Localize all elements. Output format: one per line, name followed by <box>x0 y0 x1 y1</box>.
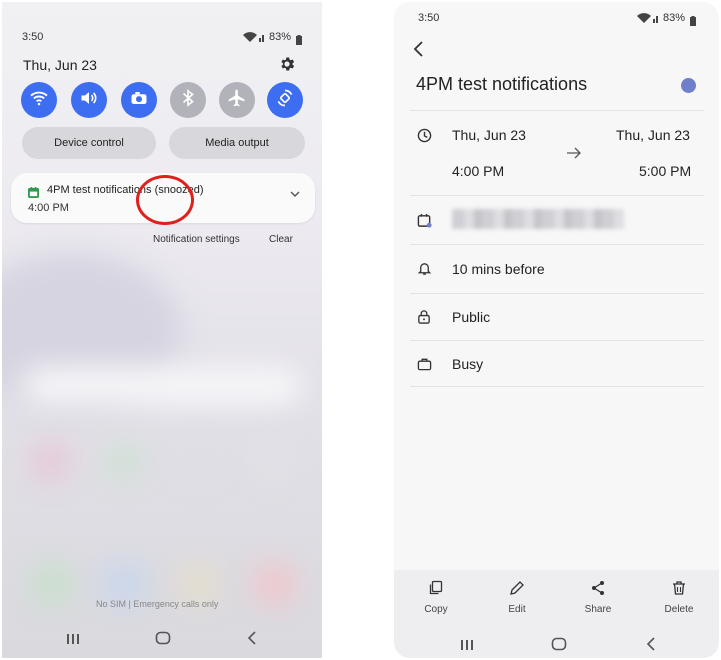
share-icon <box>590 581 606 600</box>
recent-apps-icon[interactable] <box>66 632 80 650</box>
wifi-signal-icon <box>242 30 266 48</box>
divider <box>410 110 704 111</box>
copy-button[interactable]: Copy <box>406 580 466 615</box>
divider <box>410 293 704 294</box>
bell-icon <box>417 261 432 281</box>
arrow-right-icon <box>566 146 582 164</box>
notification-time: 4:00 PM <box>28 202 69 214</box>
camera-icon <box>130 90 148 111</box>
blurred-app-icon <box>30 562 74 606</box>
battery-icon <box>690 13 696 31</box>
back-icon[interactable] <box>646 637 656 656</box>
expand-chevron-icon[interactable] <box>290 185 300 203</box>
end-time[interactable]: 5:00 PM <box>639 163 691 179</box>
clock-icon <box>417 128 432 148</box>
wifi-signal-icon <box>636 11 660 29</box>
auto-rotate-toggle[interactable] <box>267 82 303 118</box>
battery-icon <box>296 32 302 50</box>
wifi-icon <box>29 90 49 111</box>
edit-label: Edit <box>508 604 526 615</box>
event-details-screen: 3:50 83% 4PM test notifications Thu, Jun… <box>394 2 719 658</box>
calendar-icon <box>417 213 432 233</box>
calendar-app-icon <box>28 185 39 203</box>
auto-rotate-icon <box>275 88 295 113</box>
home-icon[interactable] <box>155 631 171 650</box>
trash-icon <box>671 581 687 600</box>
divider <box>410 244 704 245</box>
battery-percent: 83% <box>663 12 686 24</box>
blurred-search-bar <box>22 367 302 405</box>
notification-settings-link[interactable]: Notification settings <box>153 234 240 245</box>
status-time: 3:50 <box>22 31 44 43</box>
lock-icon <box>417 309 431 329</box>
share-button[interactable]: Share <box>568 580 628 615</box>
reminder-text[interactable]: 10 mins before <box>452 261 545 277</box>
sound-icon <box>79 89 99 112</box>
home-icon[interactable] <box>551 637 567 656</box>
blurred-app-icon <box>252 562 296 606</box>
shade-date: Thu, Jun 23 <box>23 57 97 73</box>
start-date[interactable]: Thu, Jun 23 <box>452 127 526 143</box>
device-control-button[interactable]: Device control <box>22 127 156 159</box>
start-time[interactable]: 4:00 PM <box>452 163 504 179</box>
divider <box>410 195 704 196</box>
notification-shade: 3:50 83% Thu, Jun 23 Device control Medi… <box>2 2 322 658</box>
emergency-calls-text: No SIM | Emergency calls only <box>96 599 219 609</box>
sound-toggle[interactable] <box>71 82 107 118</box>
media-output-button[interactable]: Media output <box>169 127 305 159</box>
bluetooth-icon <box>181 88 195 112</box>
airplane-icon <box>227 88 247 113</box>
blurred-app-icon <box>252 442 292 482</box>
settings-gear-icon[interactable] <box>278 55 296 78</box>
blurred-app-icon <box>178 442 218 482</box>
delete-label: Delete <box>664 604 694 615</box>
divider <box>410 386 704 387</box>
copy-icon <box>428 580 444 600</box>
highlight-circle <box>136 175 194 225</box>
divider <box>410 340 704 341</box>
share-label: Share <box>584 604 612 615</box>
battery-percent: 83% <box>269 31 292 43</box>
back-arrow-icon[interactable] <box>412 40 424 63</box>
wifi-toggle[interactable] <box>21 82 57 118</box>
redacted-calendar-account <box>452 209 624 229</box>
recent-apps-icon[interactable] <box>460 638 474 656</box>
visibility-text[interactable]: Public <box>452 309 490 325</box>
status-time: 3:50 <box>418 12 440 24</box>
copy-label: Copy <box>424 604 448 615</box>
back-icon[interactable] <box>247 631 257 650</box>
bluetooth-toggle[interactable] <box>170 82 206 118</box>
clear-link[interactable]: Clear <box>269 234 293 245</box>
pencil-icon <box>509 581 525 600</box>
blurred-app-icon <box>104 442 144 482</box>
delete-button[interactable]: Delete <box>649 580 709 615</box>
camera-toggle[interactable] <box>121 82 157 118</box>
end-date[interactable]: Thu, Jun 23 <box>616 127 690 143</box>
blurred-app-icon <box>30 442 70 482</box>
event-title: 4PM test notifications <box>416 74 588 94</box>
availability-text[interactable]: Busy <box>452 356 483 372</box>
event-color-dot[interactable] <box>681 78 696 93</box>
edit-button[interactable]: Edit <box>487 580 547 615</box>
briefcase-icon <box>417 357 432 376</box>
airplane-toggle[interactable] <box>219 82 255 118</box>
